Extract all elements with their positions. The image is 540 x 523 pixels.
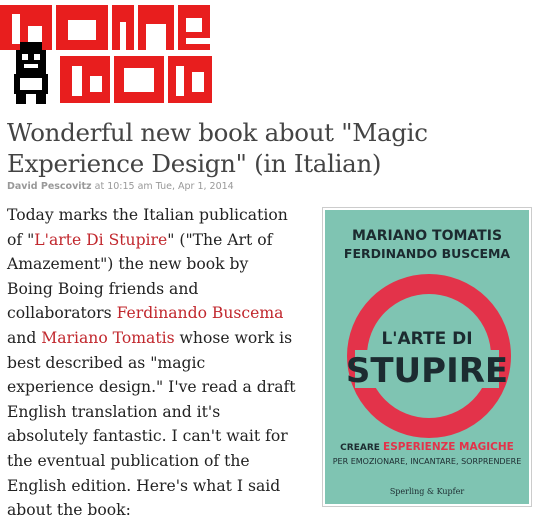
cover-title-1: L'ARTE DI xyxy=(381,329,472,349)
byline-at: at xyxy=(94,181,105,192)
post-time: 10:15 am xyxy=(107,181,153,192)
post-date: Tue, Apr 1, 2014 xyxy=(155,181,234,192)
book-cover-image[interactable]: MARIANO TOMATIS FERDINANDO BUSCEMA L'ART… xyxy=(322,207,532,507)
cover-author-2: FERDINANDO BUSCEMA xyxy=(344,246,511,261)
author-name[interactable]: David Pescovitz xyxy=(7,181,92,192)
cover-author-1: MARIANO TOMATIS xyxy=(352,228,502,244)
body-text-3: and xyxy=(7,328,42,347)
link-mariano-tomatis[interactable]: Mariano Tomatis xyxy=(41,329,174,347)
post-byline: David Pescovitz at 10:15 am Tue, Apr 1, … xyxy=(7,181,234,192)
cover-subtitle-1: CREARE ESPERIENZE MAGICHE xyxy=(340,441,514,453)
cover-title-2: STUPIRE xyxy=(346,351,508,391)
post-title[interactable]: Wonderful new book about "Magic Experien… xyxy=(7,117,537,179)
body-text-4: whose work is best described as "magic e… xyxy=(7,328,296,520)
link-ferdinando-buscema[interactable]: Ferdinando Buscema xyxy=(117,304,284,322)
link-arte-di-stupire[interactable]: L'arte Di Stupire xyxy=(34,231,167,249)
boing-boing-logo[interactable] xyxy=(0,0,215,108)
post-body: Today marks the Italian publication of "… xyxy=(7,203,297,523)
cover-subtitle-2: PER EMOZIONARE, INCANTARE, SORPRENDERE xyxy=(333,457,522,466)
cover-publisher: Sperling & Kupfer xyxy=(390,487,465,496)
